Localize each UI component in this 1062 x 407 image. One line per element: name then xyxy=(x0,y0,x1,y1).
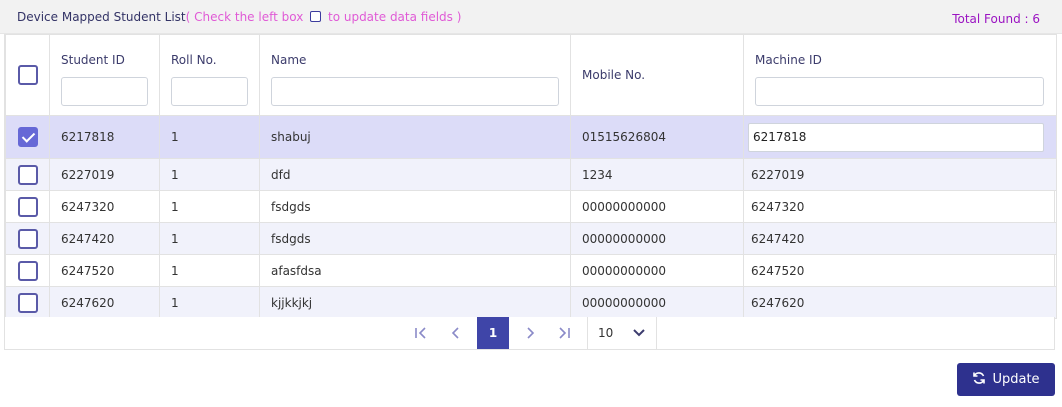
cell-name: dfd xyxy=(259,158,571,191)
cell-machine-id: 6227019 xyxy=(743,158,1057,191)
cell-roll-no: 1 xyxy=(159,190,260,223)
table-row[interactable]: 6247620 1 kjjkkjkj 00000000000 6247620 xyxy=(5,286,1057,319)
name-filter-input[interactable] xyxy=(271,77,559,106)
paginator: 1 10 xyxy=(4,317,1055,350)
row-checkbox[interactable] xyxy=(17,260,38,281)
cell-name: kjjkkjkj xyxy=(259,286,571,319)
cell-mobile-no: 00000000000 xyxy=(570,286,744,319)
cell-student-id: 6247520 xyxy=(49,254,160,287)
current-page-button[interactable]: 1 xyxy=(477,317,509,349)
cell-name: fsdgds xyxy=(259,222,571,255)
header-name: Name xyxy=(259,34,571,116)
cell-mobile-no: 00000000000 xyxy=(570,190,744,223)
roll-no-filter-input[interactable] xyxy=(171,77,248,106)
cell-machine-id: 6247320 xyxy=(743,190,1057,223)
cell-student-id: 6227019 xyxy=(49,158,160,191)
column-label-mobile-no: Mobile No. xyxy=(582,68,646,82)
update-button[interactable]: Update xyxy=(957,363,1055,396)
table-row[interactable]: 6247320 1 fsdgds 00000000000 6247320 xyxy=(5,190,1057,223)
cell-mobile-no: 00000000000 xyxy=(570,254,744,287)
cell-machine-id: 6247520 xyxy=(743,254,1057,287)
cell-name: fsdgds xyxy=(259,190,571,223)
cell-student-id: 6247620 xyxy=(49,286,160,319)
hint-text-before: ( Check the left box xyxy=(185,10,304,24)
table-row[interactable]: 6247420 1 fsdgds 00000000000 6247420 xyxy=(5,222,1057,255)
cell-student-id: 6217818 xyxy=(49,115,160,159)
select-all-checkbox[interactable] xyxy=(17,65,38,85)
cell-mobile-no: 01515626804 xyxy=(570,115,744,159)
cell-mobile-no: 00000000000 xyxy=(570,222,744,255)
table-row[interactable]: 6247520 1 afasfdsa 00000000000 6247520 xyxy=(5,254,1057,287)
student-table: Student ID Roll No. Name Mobile No. Mach… xyxy=(4,34,1057,319)
cell-roll-no: 1 xyxy=(159,115,260,159)
column-label-name: Name xyxy=(271,53,307,67)
row-select-cell xyxy=(5,158,50,191)
row-checkbox[interactable] xyxy=(17,164,38,185)
cell-roll-no: 1 xyxy=(159,158,260,191)
hint-text: ( Check the left box to update data fiel… xyxy=(186,10,462,24)
row-select-cell xyxy=(5,254,50,287)
update-button-label: Update xyxy=(992,372,1040,387)
hint-text-after: to update data fields ) xyxy=(327,10,462,24)
table-row[interactable]: 6227019 1 dfd 1234 6227019 xyxy=(5,158,1057,191)
cell-roll-no: 1 xyxy=(159,254,260,287)
last-page-icon[interactable] xyxy=(548,317,580,349)
cell-machine-id: 6247620 xyxy=(743,286,1057,319)
table-row[interactable]: 6217818 1 shabuj 01515626804 xyxy=(5,115,1057,159)
rows-per-page-select[interactable]: 10 xyxy=(587,317,657,349)
machine-id-filter-input[interactable] xyxy=(755,77,1044,106)
row-checkbox[interactable] xyxy=(17,228,38,249)
table-caption-bar: Device Mapped Student List( Check the le… xyxy=(0,0,1062,34)
cell-machine-id xyxy=(743,115,1057,159)
cell-name: afasfdsa xyxy=(259,254,571,287)
cell-student-id: 6247420 xyxy=(49,222,160,255)
row-select-cell xyxy=(5,190,50,223)
row-select-cell xyxy=(5,286,50,319)
hint-checkbox-icon xyxy=(310,11,322,22)
cell-student-id: 6247320 xyxy=(49,190,160,223)
row-checkbox[interactable] xyxy=(17,127,38,147)
previous-page-icon[interactable] xyxy=(440,317,472,349)
header-machine-id: Machine ID xyxy=(743,34,1057,116)
table-header-row: Student ID Roll No. Name Mobile No. Mach… xyxy=(5,34,1057,116)
header-select-all-cell xyxy=(5,34,50,116)
next-page-icon[interactable] xyxy=(514,317,546,349)
machine-id-input[interactable] xyxy=(748,122,1044,152)
student-id-filter-input[interactable] xyxy=(61,77,148,106)
row-select-cell xyxy=(5,115,50,159)
chevron-down-icon xyxy=(632,327,646,341)
row-select-cell xyxy=(5,222,50,255)
header-student-id: Student ID xyxy=(49,34,160,116)
header-mobile-no: Mobile No. xyxy=(570,34,744,116)
cell-roll-no: 1 xyxy=(159,286,260,319)
cell-machine-id: 6247420 xyxy=(743,222,1057,255)
cell-roll-no: 1 xyxy=(159,222,260,255)
column-label-machine-id: Machine ID xyxy=(755,53,822,67)
row-checkbox[interactable] xyxy=(17,196,38,217)
total-found: Total Found : 6 xyxy=(952,12,1040,26)
table-title: Device Mapped Student List( Check the le… xyxy=(17,10,461,24)
first-page-icon[interactable] xyxy=(405,317,437,349)
cell-name: shabuj xyxy=(259,115,571,159)
column-label-roll-no: Roll No. xyxy=(171,53,217,67)
row-checkbox[interactable] xyxy=(17,292,38,313)
cell-mobile-no: 1234 xyxy=(570,158,744,191)
table-title-text: Device Mapped Student List xyxy=(17,10,186,24)
refresh-icon xyxy=(972,371,986,389)
header-roll-no: Roll No. xyxy=(159,34,260,116)
column-label-student-id: Student ID xyxy=(61,53,125,67)
rows-per-page-value: 10 xyxy=(598,326,614,340)
